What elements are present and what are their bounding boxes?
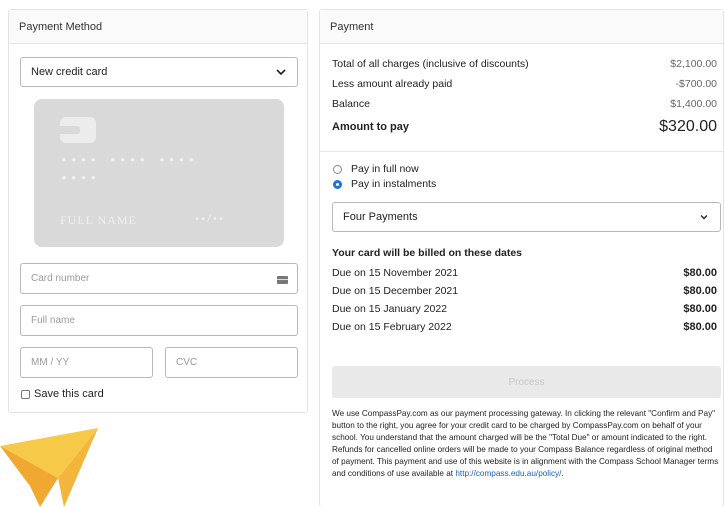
schedule-row: Due on 15 January 2022 $80.00 bbox=[332, 303, 717, 315]
disclaimer-text: We use CompassPay.com as our payment pro… bbox=[332, 408, 721, 480]
disclaimer-end: . bbox=[561, 469, 564, 478]
card-preview-number-line1: •••• •••• •••• bbox=[60, 153, 198, 168]
summary-value: -$700.00 bbox=[675, 78, 717, 90]
card-preview: •••• •••• •••• •••• FULL NAME ••/•• bbox=[34, 99, 284, 247]
summary-label: Less amount already paid bbox=[332, 78, 453, 90]
summary-row-paid: Less amount already paid -$700.00 bbox=[332, 78, 717, 90]
payment-method-header: Payment Method bbox=[9, 10, 307, 44]
pay-full-radio[interactable] bbox=[333, 164, 342, 174]
full-name-input[interactable]: Full name bbox=[20, 305, 298, 336]
payment-method-title: Payment Method bbox=[19, 20, 103, 33]
summary-value: $2,100.00 bbox=[670, 58, 717, 70]
chevron-down-icon bbox=[276, 69, 286, 76]
save-card-checkbox[interactable] bbox=[21, 389, 30, 399]
pay-full-option[interactable]: Pay in full now bbox=[333, 163, 419, 175]
cvc-placeholder: CVC bbox=[176, 357, 198, 368]
payment-method-select-value: New credit card bbox=[31, 66, 108, 78]
payment-header: Payment bbox=[320, 10, 723, 44]
save-card-row[interactable]: Save this card bbox=[21, 388, 104, 400]
chip-icon bbox=[60, 117, 96, 143]
save-card-label: Save this card bbox=[34, 388, 104, 400]
card-preview-number-line2: •••• bbox=[60, 171, 100, 186]
schedule-date: Due on 15 November 2021 bbox=[332, 267, 459, 279]
payment-method-panel: Payment Method New credit card •••• ••••… bbox=[8, 9, 308, 413]
expiry-placeholder: MM / YY bbox=[31, 357, 70, 368]
summary-label: Total of all charges (inclusive of disco… bbox=[332, 58, 529, 70]
schedule-date: Due on 15 January 2022 bbox=[332, 303, 448, 315]
card-type-icon bbox=[277, 276, 288, 284]
billing-dates-title: Your card will be billed on these dates bbox=[332, 247, 523, 259]
pay-instalments-label: Pay in instalments bbox=[351, 178, 437, 190]
amount-to-pay-value: $320.00 bbox=[659, 118, 717, 135]
schedule-row: Due on 15 February 2022 $80.00 bbox=[332, 321, 717, 333]
disclaimer-body: We use CompassPay.com as our payment pro… bbox=[332, 409, 719, 478]
amount-to-pay-row: Amount to pay $320.00 bbox=[332, 118, 717, 136]
process-button-label: Process bbox=[508, 376, 545, 388]
schedule-amount: $80.00 bbox=[683, 303, 717, 315]
card-number-placeholder: Card number bbox=[31, 273, 90, 284]
card-number-input[interactable]: Card number bbox=[20, 263, 298, 294]
schedule-date: Due on 15 February 2022 bbox=[332, 321, 452, 333]
card-preview-expiry: ••/•• bbox=[194, 215, 225, 226]
payment-method-select[interactable]: New credit card bbox=[20, 57, 298, 87]
payment-panel: Payment Total of all charges (inclusive … bbox=[319, 9, 724, 507]
divider bbox=[320, 151, 723, 152]
amount-to-pay-label: Amount to pay bbox=[332, 121, 409, 133]
paper-plane-icon bbox=[0, 428, 98, 507]
process-button[interactable]: Process bbox=[332, 366, 721, 398]
policy-link[interactable]: http://compass.edu.au/policy/ bbox=[455, 469, 561, 478]
schedule-row: Due on 15 December 2021 $80.00 bbox=[332, 285, 717, 297]
pay-full-label: Pay in full now bbox=[351, 163, 419, 175]
summary-row-balance: Balance $1,400.00 bbox=[332, 98, 717, 110]
summary-label: Balance bbox=[332, 98, 370, 110]
cvc-input[interactable]: CVC bbox=[165, 347, 298, 378]
chevron-down-icon bbox=[700, 215, 708, 220]
summary-value: $1,400.00 bbox=[670, 98, 717, 110]
schedule-row: Due on 15 November 2021 $80.00 bbox=[332, 267, 717, 279]
instalment-select[interactable]: Four Payments bbox=[332, 202, 721, 232]
schedule-amount: $80.00 bbox=[683, 267, 717, 279]
card-preview-name: FULL NAME bbox=[60, 213, 137, 227]
pay-instalments-option[interactable]: Pay in instalments bbox=[333, 178, 436, 190]
instalment-select-value: Four Payments bbox=[343, 211, 418, 223]
schedule-amount: $80.00 bbox=[683, 321, 717, 333]
expiry-input[interactable]: MM / YY bbox=[20, 347, 153, 378]
full-name-placeholder: Full name bbox=[31, 315, 75, 326]
payment-title: Payment bbox=[330, 20, 374, 33]
schedule-amount: $80.00 bbox=[683, 285, 717, 297]
schedule-date: Due on 15 December 2021 bbox=[332, 285, 459, 297]
summary-row-total: Total of all charges (inclusive of disco… bbox=[332, 58, 717, 70]
pay-instalments-radio[interactable] bbox=[333, 179, 342, 189]
